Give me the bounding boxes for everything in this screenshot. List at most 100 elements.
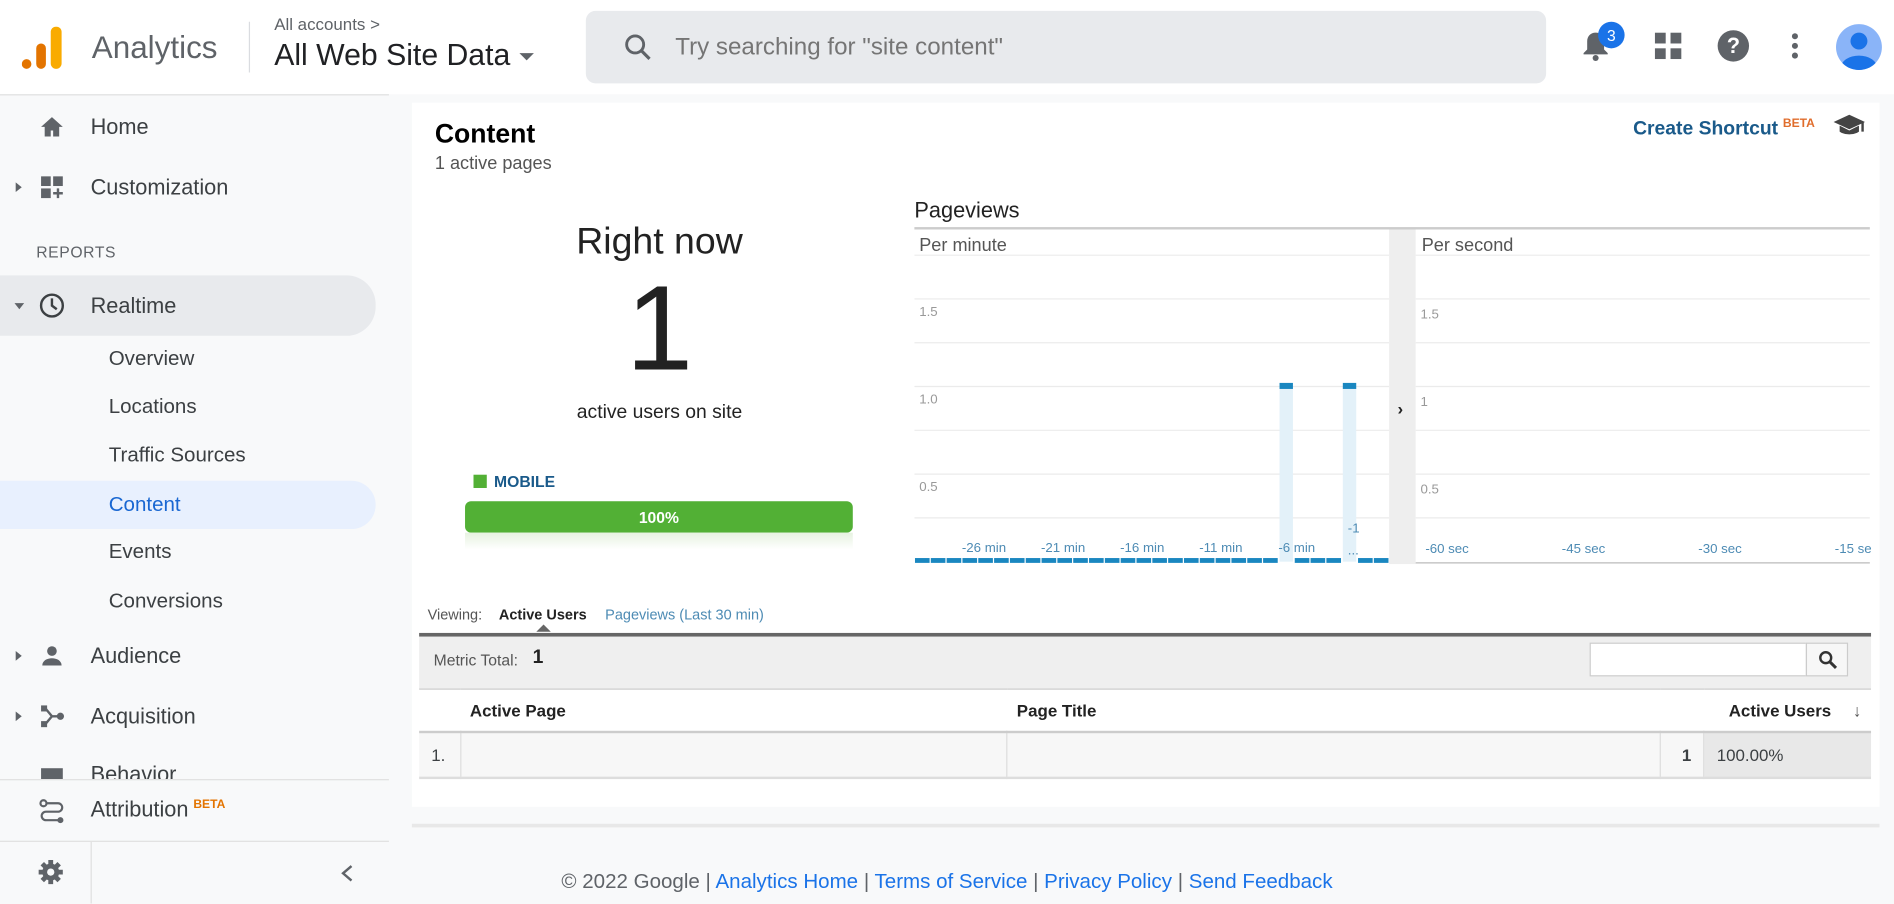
sidebar-item-traffic-sources[interactable]: Traffic Sources — [0, 432, 376, 478]
apps-icon — [1654, 32, 1682, 60]
sidebar-item-audience[interactable]: Audience — [0, 627, 376, 685]
per-second-label: Per second — [1421, 235, 1514, 257]
bar — [946, 558, 962, 563]
page-title: Content — [434, 118, 536, 149]
bar — [978, 558, 993, 563]
search-input[interactable] — [675, 33, 1461, 61]
bar — [1247, 558, 1262, 563]
breadcrumb[interactable]: All accounts > — [274, 14, 380, 33]
pageviews-chart: › 0.5 0.5 1.0 1 1.5 1.5 -26 min -21 min -16 min -1… — [914, 229, 1871, 565]
more-options-button[interactable] — [1776, 27, 1815, 66]
column-active-users[interactable]: Active Users ↓ — [1660, 689, 1871, 731]
sidebar-label: Acquisition — [90, 703, 196, 728]
analytics-logo[interactable] — [21, 26, 63, 70]
graduation-cap-icon[interactable] — [1832, 114, 1866, 136]
sidebar-label: Home — [90, 114, 149, 139]
beta-badge: BETA — [193, 798, 226, 812]
bar — [1009, 558, 1025, 563]
behavior-icon — [41, 768, 63, 780]
sidebar-item-events[interactable]: Events — [0, 529, 376, 575]
bar-background — [1279, 386, 1293, 562]
expand-arrow-icon — [15, 182, 22, 193]
search-box[interactable] — [585, 10, 1547, 84]
copyright: © 2022 Google — [561, 869, 700, 893]
sidebar-item-overview[interactable]: Overview — [0, 336, 376, 382]
bar — [1104, 558, 1120, 563]
table-filter-input[interactable] — [1589, 642, 1808, 677]
x-tick-ellipsis: ... — [1348, 542, 1359, 557]
sort-descending-icon: ↓ — [1852, 700, 1862, 720]
metric-total-bar: Metric Total: 1 — [419, 632, 1872, 689]
bar — [1152, 558, 1167, 563]
table-search-button[interactable] — [1805, 642, 1849, 677]
column-page-title[interactable]: Page Title — [1007, 689, 1660, 731]
x-tick-label: -16 min — [1120, 540, 1164, 555]
sidebar-item-content[interactable]: Content — [0, 480, 376, 530]
bar — [1168, 558, 1183, 563]
help-icon: ? — [1717, 30, 1750, 62]
sidebar-item-locations[interactable]: Locations — [0, 384, 376, 430]
y-tick-label: 0.5 — [919, 479, 937, 494]
sidebar-item-conversions[interactable]: Conversions — [0, 579, 376, 625]
collapse-arrow-icon — [14, 302, 25, 309]
bar — [1136, 558, 1152, 563]
device-pct: 100% — [638, 507, 679, 527]
sidebar-item-attribution[interactable]: Attribution BETA — [0, 779, 389, 842]
section-heading: REPORTS — [36, 242, 117, 261]
sidebar-item-home[interactable]: Home — [0, 98, 376, 156]
property-name: All Web Site Data — [274, 38, 511, 73]
caret-down-icon — [519, 52, 535, 60]
expand-chevron-icon[interactable]: › — [1398, 399, 1404, 418]
device-bar-track: 100% — [465, 501, 853, 533]
property-selector[interactable]: All Web Site Data — [274, 38, 535, 74]
row-percent: 100.00% — [1704, 731, 1872, 778]
sidebar-item-realtime[interactable]: Realtime — [0, 275, 376, 336]
tab-active-users[interactable]: Active Users — [499, 606, 587, 623]
user-icon — [1840, 32, 1878, 71]
bar — [1358, 558, 1373, 563]
person-icon — [42, 646, 62, 666]
attribution-icon — [39, 799, 64, 824]
top-bar: Analytics All accounts > All Web Site Da… — [0, 0, 1894, 95]
privacy-link[interactable]: Privacy Policy — [1044, 870, 1172, 893]
help-button[interactable]: ? — [1714, 27, 1753, 66]
x-tick-label: -26 min — [962, 540, 1006, 555]
bar-value — [1342, 382, 1357, 389]
dashboard-customize-icon — [41, 176, 63, 199]
sidebar-item-acquisition[interactable]: Acquisition — [0, 687, 376, 745]
table-header-row: Active Page Page Title Active Users ↓ — [419, 689, 1872, 732]
more-vert-icon — [1791, 33, 1798, 59]
sidebar-label: Audience — [90, 643, 182, 668]
bar — [1089, 558, 1104, 563]
bar — [1041, 558, 1057, 563]
column-active-page[interactable]: Active Page — [460, 689, 1007, 731]
active-tab-indicator — [536, 624, 551, 632]
x-tick-label: -11 min — [1199, 540, 1242, 555]
expand-arrow-icon — [15, 651, 22, 661]
x-tick-label: -6 min — [1278, 540, 1315, 555]
chart-title: Pageviews — [914, 198, 1020, 223]
avatar[interactable] — [1836, 24, 1882, 71]
table-row[interactable]: 1. 1 100.00% — [419, 731, 1872, 778]
feedback-link[interactable]: Send Feedback — [1189, 870, 1333, 893]
apps-button[interactable] — [1649, 27, 1688, 66]
create-shortcut-link[interactable]: Create Shortcut BETA — [1633, 117, 1815, 140]
index-header — [419, 689, 460, 731]
attribution-label: Attribution — [90, 797, 189, 822]
sidebar-item-customization[interactable]: Customization — [0, 158, 376, 216]
terms-link[interactable]: Terms of Service — [875, 870, 1028, 893]
bar — [1231, 558, 1247, 563]
x-tick-label: -60 sec — [1425, 541, 1469, 556]
tab-pageviews[interactable]: Pageviews (Last 30 min) — [605, 606, 764, 623]
row-active-page[interactable] — [460, 731, 1008, 778]
x-tick-label: -1 — [1348, 521, 1360, 536]
acquisition-icon — [41, 705, 65, 728]
analytics-home-link[interactable]: Analytics Home — [715, 870, 858, 893]
content-table: Active Page Page Title Active Users ↓ 1. … — [419, 689, 1872, 779]
bar — [1199, 558, 1215, 563]
bar-value — [1279, 382, 1293, 389]
y-tick-label: 1.5 — [919, 304, 937, 319]
legend-swatch — [473, 474, 487, 488]
bar — [914, 558, 930, 563]
sidebar-item-behavior[interactable]: Behavior — [0, 748, 376, 780]
